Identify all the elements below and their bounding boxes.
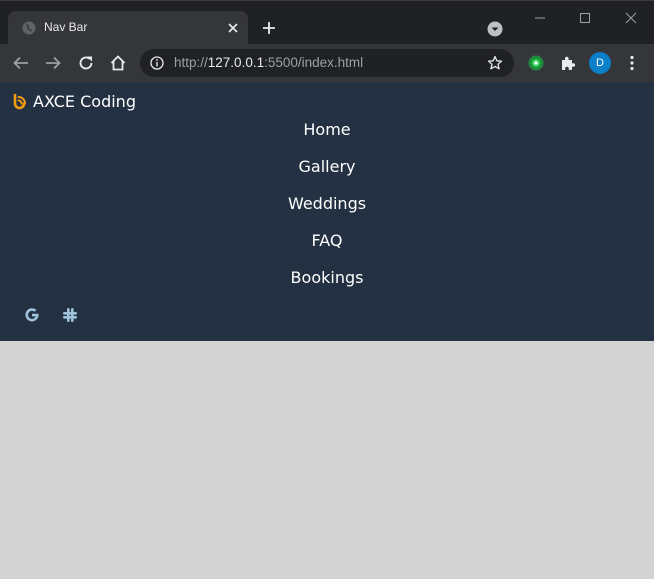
browser-tab[interactable]: Nav Bar	[8, 11, 248, 45]
browser-titlebar: Nav Bar	[0, 0, 654, 45]
nav-link-faq-label[interactable]: FAQ	[312, 231, 343, 250]
bookmark-star-icon[interactable]	[487, 55, 503, 71]
minimize-icon[interactable]	[530, 9, 550, 27]
brand-logo[interactable]: AXCE Coding	[11, 91, 136, 111]
site-navbar: AXCE Coding Home Gallery Weddings FAQ Bo…	[0, 82, 654, 341]
new-tab-icon[interactable]	[261, 20, 277, 36]
url-scheme: http://	[174, 55, 208, 70]
close-tab-icon[interactable]	[226, 21, 240, 35]
google-icon[interactable]	[23, 306, 41, 324]
extensions-puzzle-icon[interactable]	[559, 54, 577, 72]
globe-icon	[22, 21, 36, 35]
close-window-icon[interactable]	[621, 9, 641, 27]
nav-link-weddings-label[interactable]: Weddings	[288, 194, 366, 213]
blogger-icon	[13, 93, 26, 109]
nav-link-faq: FAQ	[0, 231, 654, 250]
nav-link-bookings-label[interactable]: Bookings	[291, 268, 364, 287]
extension-green-icon[interactable]	[527, 54, 545, 72]
page-body	[0, 341, 654, 579]
address-bar[interactable]: http://127.0.0.1:5500/index.html	[140, 49, 514, 77]
url-host: 127.0.0.1	[207, 55, 265, 70]
forward-arrow-icon[interactable]	[44, 54, 62, 72]
profile-avatar[interactable]: D	[589, 52, 611, 74]
nav-link-gallery: Gallery	[0, 157, 654, 176]
browser-toolbar: http://127.0.0.1:5500/index.html D	[0, 44, 654, 82]
nav-link-gallery-label[interactable]: Gallery	[299, 157, 356, 176]
tab-search-icon[interactable]	[487, 21, 503, 37]
tab-title: Nav Bar	[44, 20, 88, 34]
nav-link-weddings: Weddings	[0, 194, 654, 213]
nav-link-bookings: Bookings	[0, 268, 654, 287]
more-menu-icon[interactable]	[623, 54, 641, 72]
nav-link-home: Home	[0, 120, 654, 139]
info-icon[interactable]	[150, 56, 164, 70]
slack-icon[interactable]	[61, 306, 79, 324]
url-text[interactable]: http://127.0.0.1:5500/index.html	[174, 55, 363, 70]
url-path: :5500/index.html	[264, 55, 364, 70]
nav-link-home-label[interactable]: Home	[303, 120, 350, 139]
maximize-icon[interactable]	[575, 9, 595, 27]
home-icon[interactable]	[109, 54, 127, 72]
reload-icon[interactable]	[77, 54, 95, 72]
brand-text: AXCE Coding	[33, 91, 136, 111]
back-arrow-icon[interactable]	[12, 54, 30, 72]
